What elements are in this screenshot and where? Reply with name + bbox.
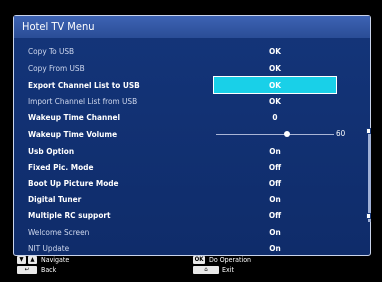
- menu-item-copy-to-usb[interactable]: Copy To USB OK: [14, 43, 370, 59]
- menu-item-label: Copy To USB: [28, 46, 75, 56]
- menu-item-value: On: [269, 194, 281, 204]
- menu-item-value: Off: [268, 162, 282, 172]
- do-operation-hint: Do Operation: [209, 256, 252, 264]
- menu-item-value-selected: OK: [213, 76, 337, 94]
- menu-item-value: Off: [268, 178, 282, 188]
- navigate-hint: Navigate: [41, 256, 70, 264]
- menu-list: Copy To USB OK Copy From USB OK Export C…: [14, 42, 370, 255]
- menu-item-value: OK: [269, 63, 281, 73]
- scrollbar[interactable]: [368, 128, 371, 222]
- menu-item-value: OK: [269, 96, 281, 106]
- key-hints-footer: ▼ ▲ Navigate ↩ Back OK Do Operation ⌂ Ex…: [13, 255, 369, 277]
- menu-item-label: Export Channel List to USB: [28, 80, 140, 90]
- up-arrow-key-icon: ▲: [28, 256, 37, 264]
- menu-item-boot-up-picture-mode[interactable]: Boot Up Picture Mode Off: [14, 175, 370, 191]
- menu-item-label: Usb Option: [28, 146, 75, 156]
- menu-item-label: Multiple RC support: [28, 210, 111, 220]
- menu-item-copy-from-usb[interactable]: Copy From USB OK: [14, 60, 370, 76]
- home-key-icon: ⌂: [193, 266, 219, 274]
- menu-item-value: 0: [272, 112, 278, 122]
- menu-item-label: Wakeup Time Volume: [28, 129, 118, 139]
- menu-item-import-channel-list[interactable]: Import Channel List from USB OK: [14, 93, 370, 109]
- menu-item-value: Off: [268, 210, 282, 220]
- menu-item-label: Wakeup Time Channel: [28, 112, 120, 122]
- menu-item-value: On: [269, 146, 281, 156]
- menu-item-usb-option[interactable]: Usb Option On: [14, 143, 370, 159]
- menu-item-value: On: [269, 227, 281, 237]
- tv-screen: Hotel TV Menu Copy To USB OK Copy From U…: [0, 0, 382, 282]
- menu-item-label: Copy From USB: [28, 63, 85, 73]
- menu-item-label: Import Channel List from USB: [28, 96, 138, 106]
- menu-item-welcome-screen[interactable]: Welcome Screen On: [14, 224, 370, 240]
- menu-item-label: Fixed Pic. Mode: [28, 162, 94, 172]
- menu-item-nit-update[interactable]: NIT Update On: [14, 240, 370, 256]
- hotel-tv-menu-window: Hotel TV Menu Copy To USB OK Copy From U…: [13, 15, 371, 256]
- scrollbar-top-marker: [366, 128, 371, 134]
- volume-slider-handle[interactable]: [283, 131, 290, 137]
- menu-item-export-channel-list[interactable]: Export Channel List to USB OK: [14, 76, 370, 94]
- menu-item-value: On: [269, 243, 281, 253]
- scrollbar-bottom-marker: [366, 213, 371, 219]
- down-arrow-key-icon: ▼: [17, 256, 26, 264]
- ok-key-icon: OK: [193, 256, 205, 264]
- back-hint: Back: [41, 266, 57, 274]
- menu-item-digital-tuner[interactable]: Digital Tuner On: [14, 191, 370, 207]
- menu-item-multiple-rc-support[interactable]: Multiple RC support Off: [14, 207, 370, 223]
- volume-slider[interactable]: [216, 131, 334, 137]
- menu-item-label: Welcome Screen: [28, 227, 90, 237]
- volume-value: 60: [336, 129, 346, 138]
- back-key-icon: ↩: [17, 266, 37, 274]
- menu-item-fixed-pic-mode[interactable]: Fixed Pic. Mode Off: [14, 159, 370, 175]
- menu-item-label: Boot Up Picture Mode: [28, 178, 119, 188]
- menu-title: Hotel TV Menu: [14, 16, 370, 38]
- exit-hint: Exit: [222, 266, 234, 274]
- menu-item-wakeup-time-volume[interactable]: Wakeup Time Volume 60: [14, 126, 370, 142]
- menu-item-label: Digital Tuner: [28, 194, 82, 204]
- menu-item-wakeup-time-channel[interactable]: Wakeup Time Channel 0: [14, 109, 370, 125]
- menu-item-value: OK: [269, 46, 281, 56]
- menu-item-label: NIT Update: [28, 243, 70, 253]
